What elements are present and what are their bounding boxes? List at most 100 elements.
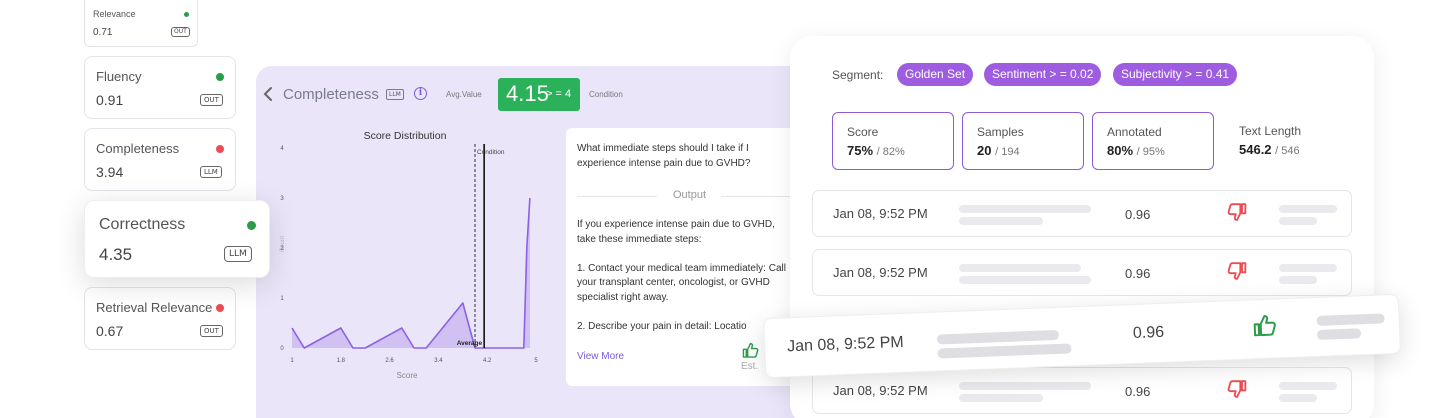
est-label: Est. xyxy=(741,361,759,372)
table-row[interactable]: Jan 08, 9:52 PM 0.96 xyxy=(812,367,1352,414)
average-annotation: Average xyxy=(457,340,483,347)
placeholder-bar xyxy=(959,264,1081,272)
chevron-left-icon[interactable] xyxy=(262,86,274,107)
info-icon[interactable]: i xyxy=(414,87,427,100)
view-more-link[interactable]: View More xyxy=(577,351,624,362)
status-dot xyxy=(216,73,224,81)
divider xyxy=(577,196,657,197)
metric-value: 0.91 xyxy=(96,92,124,108)
placeholder-bar xyxy=(1279,264,1337,272)
placeholder-bar xyxy=(1279,217,1317,225)
answer-paragraph: 1. Contact your medical team immediately… xyxy=(577,262,786,303)
metric-type-badge: LLM xyxy=(224,246,252,262)
placeholder-bar xyxy=(1316,313,1385,326)
avg-value-label: Avg.Value xyxy=(446,90,482,99)
series-line xyxy=(291,197,531,349)
panel-title: Completeness xyxy=(283,86,379,103)
row-date: Jan 08, 9:52 PM xyxy=(786,333,904,356)
placeholder-bar xyxy=(959,205,1091,213)
stat-card-annotated[interactable]: Annotated 80% / 95% xyxy=(1092,112,1214,170)
metric-value: 0.71 xyxy=(93,27,113,38)
y-tick-label: 4 xyxy=(280,146,284,152)
stat-title: Samples xyxy=(977,125,1024,139)
y-tick-label: 1 xyxy=(280,296,284,302)
placeholder-bar xyxy=(937,343,1072,359)
y-tick-label: 0 xyxy=(280,346,284,352)
segment-chip-subjectivity[interactable]: Subjectivity > = 0.41 xyxy=(1113,63,1238,86)
row-value: 0.96 xyxy=(1125,266,1151,281)
status-dot xyxy=(216,145,224,153)
table-row[interactable]: Jan 08, 9:52 PM 0.96 xyxy=(812,249,1352,296)
row-value: 0.96 xyxy=(1125,207,1151,222)
stat-title: Text Length xyxy=(1239,124,1302,138)
row-date: Jan 08, 9:52 PM xyxy=(833,265,928,280)
metric-card-completeness[interactable]: Completeness 3.94 LLM xyxy=(84,128,236,191)
y-tick-label: 3 xyxy=(280,196,284,202)
thumbs-up-icon[interactable] xyxy=(1252,314,1277,342)
condition-annotation: Condition xyxy=(477,149,505,156)
x-tick-label: 5 xyxy=(534,358,538,364)
answer-paragraph: If you experience intense pain due to GV… xyxy=(577,219,775,245)
metric-card-fluency[interactable]: Fluency 0.91 OUT xyxy=(84,56,236,119)
table-row[interactable]: Jan 08, 9:52 PM 0.96 xyxy=(812,190,1352,237)
metric-name: Correctness xyxy=(99,216,186,233)
placeholder-bar xyxy=(1279,205,1337,213)
chart-x-label: Score xyxy=(397,371,418,380)
stat-value: 80% / 95% xyxy=(1107,143,1165,158)
avg-value: 4.15 xyxy=(506,81,549,106)
status-dot xyxy=(184,12,189,17)
placeholder-bar xyxy=(1279,394,1317,402)
metric-value: 3.94 xyxy=(96,164,124,180)
x-tick-label: 1 xyxy=(290,358,294,364)
stat-card-samples[interactable]: Samples 20 / 194 xyxy=(962,112,1084,170)
segment-chip-golden-set[interactable]: Golden Set xyxy=(897,63,974,86)
x-tick-label: 2.6 xyxy=(385,358,394,364)
thumbs-up-icon[interactable] xyxy=(742,342,759,363)
score-distribution-chart: Score Distribution Count Score 012341 1.8… xyxy=(280,130,538,380)
completeness-detail-panel: Completeness LLM i Avg.Value 4.15 > = 4 … xyxy=(256,66,816,418)
segment-label: Segment: xyxy=(832,68,884,82)
metric-type-badge: OUT xyxy=(200,94,223,106)
stat-card-score[interactable]: Score 75% / 82% xyxy=(832,112,954,170)
row-date: Jan 08, 9:52 PM xyxy=(833,383,928,398)
metric-card-retrieval-relevance[interactable]: Retrieval Relevance 0.67 OUT xyxy=(84,287,236,350)
stat-title: Score xyxy=(847,125,879,139)
thumbs-down-icon[interactable] xyxy=(1227,262,1247,286)
status-dot xyxy=(247,221,256,230)
placeholder-bar xyxy=(959,382,1091,390)
thumbs-down-icon[interactable] xyxy=(1227,203,1247,227)
avg-condition: > = 4 xyxy=(546,88,572,100)
stat-title: Annotated xyxy=(1107,125,1162,139)
row-value: 0.96 xyxy=(1125,384,1151,399)
avg-value-badge: 4.15 > = 4 xyxy=(498,78,580,111)
chart-title: Score Distribution xyxy=(364,130,447,142)
question-text: What immediate steps should I take if I … xyxy=(577,143,751,169)
divider xyxy=(721,196,801,197)
metric-card-relevance[interactable]: Relevance 0.71 OUT xyxy=(84,0,198,47)
metric-card-correctness[interactable]: Correctness 4.35 LLM xyxy=(84,200,270,278)
row-date: Jan 08, 9:52 PM xyxy=(833,206,928,221)
x-tick-label: 4.2 xyxy=(483,358,492,364)
metric-type-badge: LLM xyxy=(200,166,222,178)
metric-name: Retrieval Relevance xyxy=(96,300,213,315)
placeholder-bar xyxy=(1316,328,1362,340)
placeholder-bar xyxy=(936,329,1060,345)
stat-value: 20 / 194 xyxy=(977,143,1020,158)
x-tick-label: 1.8 xyxy=(337,358,346,364)
placeholder-bar xyxy=(959,217,1043,225)
output-label: Output xyxy=(673,189,707,201)
status-dot xyxy=(216,304,224,312)
condition-label: Condition xyxy=(589,90,623,99)
metric-type-badge: OUT xyxy=(171,27,190,37)
stat-value: 546.2 / 546 xyxy=(1239,142,1300,157)
row-value: 0.96 xyxy=(1132,323,1165,343)
metric-value: 4.35 xyxy=(99,245,133,264)
x-tick-label: 3.4 xyxy=(434,358,443,364)
segment-chip-sentiment[interactable]: Sentiment > = 0.02 xyxy=(984,63,1102,86)
metric-name: Completeness xyxy=(96,141,180,156)
thumbs-down-icon[interactable] xyxy=(1227,380,1247,404)
metric-type-badge: OUT xyxy=(200,325,223,337)
stat-card-text-length[interactable]: Text Length 546.2 / 546 xyxy=(1225,112,1347,170)
placeholder-bar xyxy=(959,394,1043,402)
placeholder-bar xyxy=(1279,382,1337,390)
